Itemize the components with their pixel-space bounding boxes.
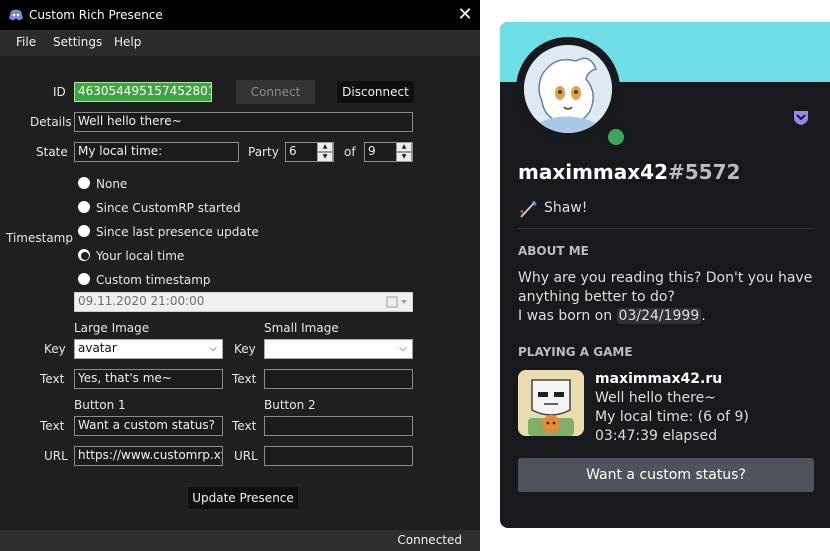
party-label: Party	[248, 145, 279, 159]
about-line: I was born on 03/24/1999.	[518, 307, 818, 326]
discord-icon	[9, 9, 23, 21]
playing-heading: PLAYING A GAME	[518, 345, 633, 359]
needle-emoji-icon	[519, 201, 537, 218]
radio-none[interactable]	[78, 177, 90, 189]
button2-url-label: URL	[234, 449, 258, 463]
radio-custom-timestamp[interactable]	[78, 273, 90, 285]
button2-url-field[interactable]	[264, 446, 413, 466]
hypesquad-badge-icon[interactable]	[792, 108, 810, 126]
menu-settings[interactable]: Settings	[53, 35, 102, 49]
game-elapsed: 03:47:39 elapsed	[595, 428, 718, 444]
radio-since-update[interactable]	[78, 225, 90, 237]
small-key-label: Key	[234, 342, 256, 356]
game-name: maximmax42.ru	[595, 371, 723, 387]
button1-label: Button 1	[74, 398, 126, 412]
main-panel: ID 463054495157452801 Connect Disconnect…	[0, 56, 480, 530]
large-key-label: Key	[44, 342, 66, 356]
button1-text-label: Text	[40, 419, 65, 433]
radio-custom-timestamp-label: Custom timestamp	[96, 273, 211, 287]
radio-local-time-label: Your local time	[96, 249, 185, 263]
game-large-image[interactable]	[518, 370, 584, 436]
id-field[interactable]: 463054495157452801	[74, 82, 212, 102]
connect-button[interactable]: Connect	[236, 80, 315, 104]
birthday-timestamp[interactable]: 03/24/1999	[616, 308, 702, 324]
button2-label: Button 2	[264, 398, 316, 412]
custom-status: Shaw!	[518, 200, 588, 218]
small-image-label: Small Image	[264, 321, 339, 335]
game-state: My local time: (6 of 9)	[595, 409, 749, 425]
discriminator: #5572	[668, 160, 741, 184]
large-key-select[interactable]: avatar	[74, 339, 223, 359]
party-size-stepper[interactable]: ▲ ▼	[317, 142, 333, 162]
details-field[interactable]: Well hello there~	[74, 112, 413, 132]
state-field[interactable]: My local time:	[74, 142, 239, 162]
chevron-down-icon[interactable]: ▼	[396, 152, 412, 162]
chevron-down-icon[interactable]: ⌵	[395, 340, 411, 358]
about-heading: ABOUT ME	[518, 244, 589, 258]
chevron-up-icon[interactable]: ▲	[317, 142, 333, 152]
about-line: anything better to do?	[518, 289, 675, 305]
button2-text-label: Text	[232, 419, 257, 433]
calendar-icon[interactable]	[386, 296, 410, 308]
small-key-select[interactable]	[264, 339, 413, 359]
about-text: Why are you reading this? Don't you have…	[518, 269, 818, 326]
details-label: Details	[30, 115, 72, 129]
app-window: Custom Rich Presence ✕ File Settings Hel…	[0, 0, 480, 551]
about-born-prefix: I was born on	[518, 308, 613, 324]
menu-file[interactable]: File	[16, 35, 36, 49]
large-text-field[interactable]: Yes, that's me~	[74, 369, 223, 389]
status-bar: Connected	[0, 530, 480, 551]
menu-help[interactable]: Help	[114, 35, 141, 49]
avatar-image	[524, 45, 612, 133]
game-activity: maximmax42.ru Well hello there~ My local…	[595, 370, 749, 446]
connection-status: Connected	[397, 533, 462, 547]
custom-status-text: Shaw!	[544, 200, 588, 216]
disconnect-button[interactable]: Disconnect	[336, 80, 415, 104]
timestamp-label: Timestamp	[6, 231, 73, 245]
id-label: ID	[53, 85, 66, 99]
button1-url-label: URL	[44, 449, 68, 463]
close-icon[interactable]: ✕	[456, 4, 474, 25]
large-image-label: Large Image	[74, 321, 150, 335]
button1-text-field[interactable]: Want a custom status?	[74, 416, 223, 436]
game-details: Well hello there~	[595, 390, 716, 406]
party-max-stepper[interactable]: ▲ ▼	[396, 142, 412, 162]
large-text-label: Text	[40, 372, 65, 386]
custom-status-button[interactable]: Want a custom status?	[518, 458, 814, 492]
profile-username: maximmax42#5572	[518, 160, 740, 184]
radio-since-customrp[interactable]	[78, 201, 90, 213]
window-title: Custom Rich Presence	[29, 8, 163, 22]
update-presence-button[interactable]: Update Presence	[187, 486, 299, 510]
chevron-down-icon[interactable]: ▼	[317, 152, 333, 162]
radio-local-time[interactable]	[78, 249, 90, 261]
chevron-down-icon[interactable]: ⌵	[205, 340, 221, 358]
menu-bar: File Settings Help	[0, 30, 480, 56]
radio-since-customrp-label: Since CustomRP started	[96, 201, 241, 215]
small-text-field[interactable]	[264, 369, 413, 389]
of-label: of	[344, 145, 356, 159]
radio-since-update-label: Since last presence update	[96, 225, 259, 239]
divider	[518, 228, 814, 229]
button2-text-field[interactable]	[264, 416, 413, 436]
online-status-indicator	[604, 125, 628, 149]
small-text-label: Text	[232, 372, 257, 386]
custom-datetime-field[interactable]: 09.11.2020 21:00:00	[74, 292, 413, 312]
title-bar: Custom Rich Presence ✕	[0, 0, 480, 30]
button1-url-field[interactable]: https://www.customrp.xy	[74, 446, 223, 466]
about-born-suffix: .	[701, 308, 706, 324]
about-line: Why are you reading this? Don't you have	[518, 270, 813, 286]
chevron-up-icon[interactable]: ▲	[396, 142, 412, 152]
radio-none-label: None	[96, 177, 128, 191]
username: maximmax42	[518, 160, 668, 184]
avatar[interactable]	[516, 37, 628, 149]
profile-card: maximmax42#5572 Shaw! ABOUT ME Why are y…	[500, 22, 830, 528]
state-label: State	[36, 145, 68, 159]
